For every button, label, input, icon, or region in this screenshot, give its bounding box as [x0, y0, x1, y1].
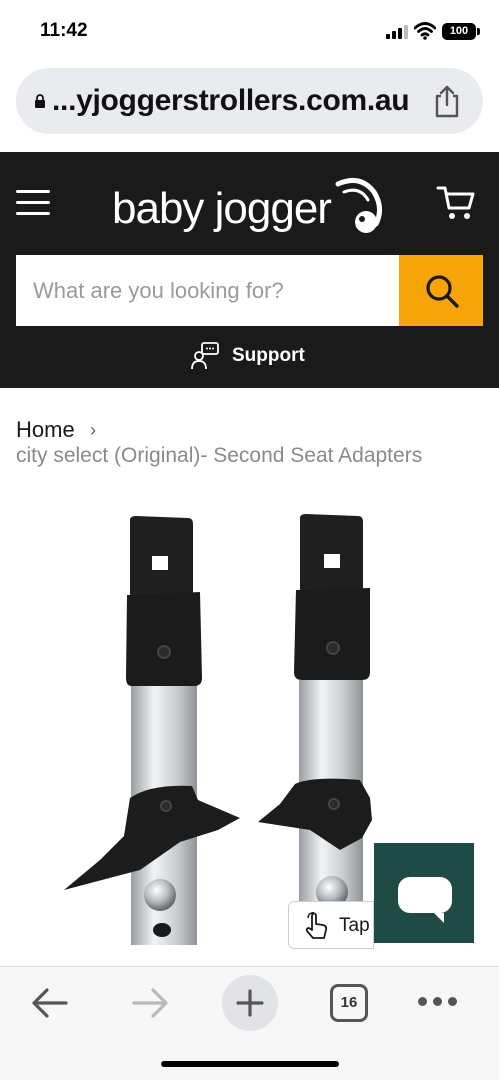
plus-icon [236, 989, 264, 1017]
support-link[interactable]: Support [190, 340, 305, 372]
right-adapter [258, 514, 372, 945]
logo-text: baby jogger [112, 184, 332, 233]
search-button[interactable] [399, 255, 483, 326]
cellular-signal-icon [386, 25, 408, 39]
site-logo[interactable]: baby jogger [112, 172, 388, 242]
breadcrumb-home-link[interactable]: Home [16, 417, 75, 443]
tap-tooltip[interactable]: Tap [288, 901, 374, 949]
back-icon[interactable] [30, 985, 70, 1021]
wifi-icon [414, 22, 436, 40]
chat-icon [398, 877, 452, 923]
breadcrumb-separator: › [90, 420, 96, 440]
forward-icon[interactable] [130, 985, 170, 1021]
menu-icon[interactable] [16, 190, 50, 216]
status-bar: 11:42 100 [0, 0, 499, 64]
battery-indicator: 100 [442, 23, 480, 40]
logo-mark-icon [335, 177, 382, 233]
share-icon[interactable] [432, 84, 462, 118]
browser-toolbar: 16 [0, 966, 499, 1080]
search-bar [16, 255, 483, 326]
new-tab-button[interactable] [222, 975, 278, 1031]
status-time: 11:42 [40, 20, 88, 41]
tap-hand-icon [305, 912, 328, 939]
home-indicator [161, 1061, 339, 1067]
lock-icon [35, 94, 45, 108]
more-icon[interactable] [418, 997, 458, 1007]
site-header: baby jogger Support [0, 152, 499, 388]
support-label: Support [232, 345, 305, 366]
tap-label: Tap [339, 915, 370, 936]
cart-icon[interactable] [436, 184, 476, 222]
address-bar[interactable]: ...yjoggerstrollers.com.au [16, 68, 483, 134]
search-icon [426, 275, 459, 308]
chat-button[interactable] [374, 843, 474, 943]
tabs-button[interactable]: 16 [330, 984, 368, 1022]
search-input[interactable] [16, 255, 399, 326]
url-text: ...yjoggerstrollers.com.au [52, 84, 410, 117]
support-icon [191, 342, 219, 370]
breadcrumb-current-page: city select (Original)- Second Seat Adap… [16, 444, 423, 467]
left-adapter [64, 516, 240, 945]
